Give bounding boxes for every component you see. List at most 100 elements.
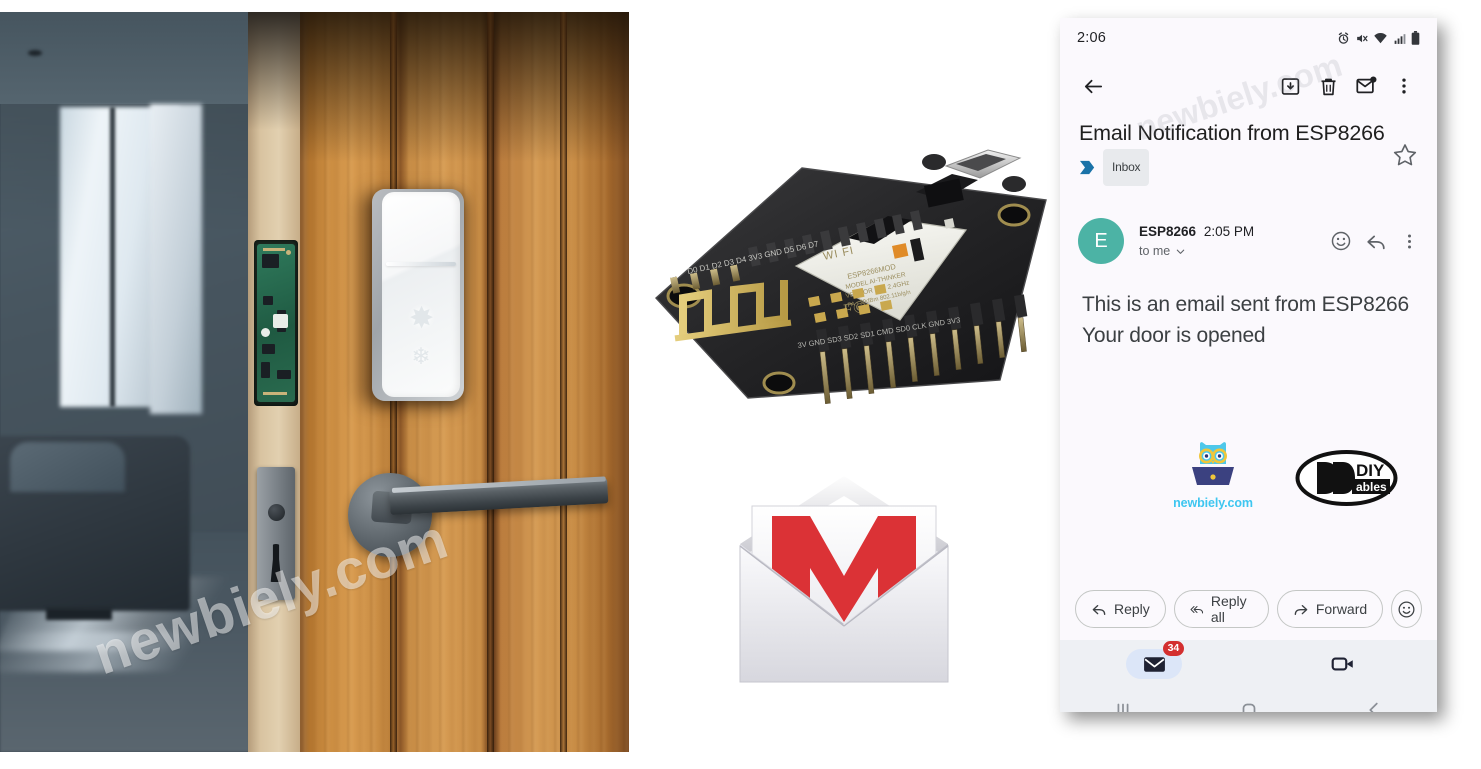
phone-screenshot: 2:06 Email Notification from ESP8266 Inb… [1060, 18, 1437, 712]
ceiling [0, 12, 250, 104]
label-group: Inbox [1079, 149, 1150, 186]
sender-actions [1330, 230, 1419, 252]
system-navigation-bar [1060, 688, 1437, 712]
led [943, 218, 955, 229]
status-time: 2:06 [1077, 30, 1107, 46]
diyables-line1: DIY [1356, 461, 1385, 480]
reply-button[interactable]: Reply [1075, 590, 1166, 628]
inbox-label-chip[interactable]: Inbox [1103, 149, 1150, 186]
gmail-envelope-logo [726, 472, 962, 688]
reply-icon[interactable] [1365, 230, 1387, 252]
status-bar: 2:06 [1060, 18, 1437, 58]
mark-unread-button[interactable] [1347, 67, 1385, 105]
pcb-board [257, 244, 295, 402]
back-icon [1369, 702, 1378, 712]
screenshot-root: ✸ ❄ newbiely.com WI FI ESP8266MOD MODEL … [0, 0, 1481, 769]
pcb-chip [263, 296, 273, 305]
esp8266-nodemcu-board: WI FI ESP8266MOD MODEL AI-THINKER VENDOR… [648, 148, 1054, 448]
pcb-trace [263, 248, 285, 251]
door-jamb-shadow [248, 12, 304, 130]
email-logos: newbiely.com DIY ables [1060, 433, 1437, 523]
more-vert-icon[interactable] [1400, 232, 1419, 251]
flash-button [922, 154, 946, 170]
smart-lock-seam [386, 262, 456, 266]
door-panel-groove [487, 12, 494, 752]
star-outline-icon [1393, 144, 1417, 166]
curtain [150, 104, 202, 414]
latch-bolt [268, 504, 285, 521]
ceiling-light [28, 50, 42, 56]
smart-door-lock-photo: ✸ ❄ newbiely.com [0, 12, 629, 752]
newbiely-logo: newbiely.com [1165, 441, 1261, 510]
chevron-down-icon [1177, 249, 1185, 254]
diyables-logo: DIY ables [1295, 449, 1398, 512]
forward-icon [1294, 605, 1308, 615]
status-icons [1337, 31, 1420, 45]
recents-button[interactable] [1060, 699, 1186, 712]
emoji-reaction-button[interactable] [1391, 590, 1422, 628]
lock-indicator-icon: ✸ [409, 302, 435, 335]
sender-line: ESP8266 2:05 PM [1139, 224, 1330, 239]
reset-button [1002, 176, 1026, 192]
diyables-line2: ables [1356, 480, 1387, 494]
recipient-row[interactable]: to me [1139, 244, 1330, 258]
recents-icon [1117, 703, 1129, 712]
email-body-line: This is an email sent from ESP8266 [1082, 293, 1410, 316]
sender-name: ESP8266 [1139, 224, 1197, 239]
window-mullion [110, 107, 115, 407]
mute-icon [1357, 34, 1368, 42]
recipient-label: to me [1139, 244, 1171, 258]
star-button[interactable] [1392, 142, 1418, 168]
delete-button[interactable] [1309, 67, 1347, 105]
wifi-icon [1374, 32, 1387, 43]
pcb-trace [263, 392, 287, 395]
email-body: This is an email sent from ESP8266 Your … [1060, 290, 1437, 351]
subject-text: Email Notification from ESP8266 [1079, 121, 1385, 145]
reply-icon [1092, 605, 1106, 615]
mail-tab-pill: 34 [1126, 641, 1185, 679]
home-icon [1242, 703, 1255, 712]
sender-time: 2:05 PM [1203, 224, 1255, 239]
forward-button[interactable]: Forward [1276, 590, 1384, 628]
alarm-icon [1338, 31, 1349, 44]
emoji-icon[interactable] [1330, 230, 1352, 252]
tab-meet[interactable] [1249, 651, 1438, 677]
reply-all-icon [1190, 605, 1203, 614]
video-camera-icon [1331, 657, 1353, 671]
pcb-chip [277, 370, 291, 379]
forward-label: Forward [1315, 601, 1368, 617]
reply-all-button[interactable]: Reply all [1173, 590, 1269, 628]
sofa-backrest [10, 442, 125, 492]
pcb-chip [262, 344, 275, 354]
pcb-led [261, 328, 270, 337]
signal-icon [1394, 33, 1406, 44]
app-bar [1060, 58, 1437, 114]
tab-mail[interactable]: 34 [1060, 641, 1249, 679]
important-marker-icon [1080, 160, 1095, 175]
door-sensor-module [254, 240, 298, 406]
back-button[interactable] [1074, 67, 1112, 105]
micro-usb-port [944, 149, 1022, 179]
reply-label: Reply [1114, 601, 1150, 617]
avatar[interactable]: E [1078, 218, 1124, 264]
reply-all-label: Reply all [1210, 593, 1247, 625]
door-panel-groove [560, 12, 567, 752]
trash-icon [1321, 78, 1335, 95]
newbiely-owl-icon [1192, 442, 1234, 485]
more-vert-icon [1402, 78, 1406, 94]
pcb-chip [261, 362, 270, 378]
lock-status-icon: ❄ [411, 343, 431, 369]
archive-button[interactable] [1271, 67, 1309, 105]
pcb-component [273, 314, 288, 328]
more-options-button[interactable] [1385, 67, 1423, 105]
archive-icon [1281, 77, 1299, 95]
mark-unread-icon [1356, 76, 1377, 94]
pcb-chip [262, 254, 279, 268]
back-arrow-icon [1084, 79, 1102, 93]
home-button[interactable] [1186, 699, 1312, 712]
sofa-leg [46, 608, 112, 620]
back-button[interactable] [1311, 699, 1437, 712]
sender-info: ESP8266 2:05 PM to me [1139, 224, 1330, 258]
diyables-logo-icon: DIY ables [1295, 450, 1398, 506]
reply-action-bar: Reply Reply all Forward [1060, 578, 1437, 640]
